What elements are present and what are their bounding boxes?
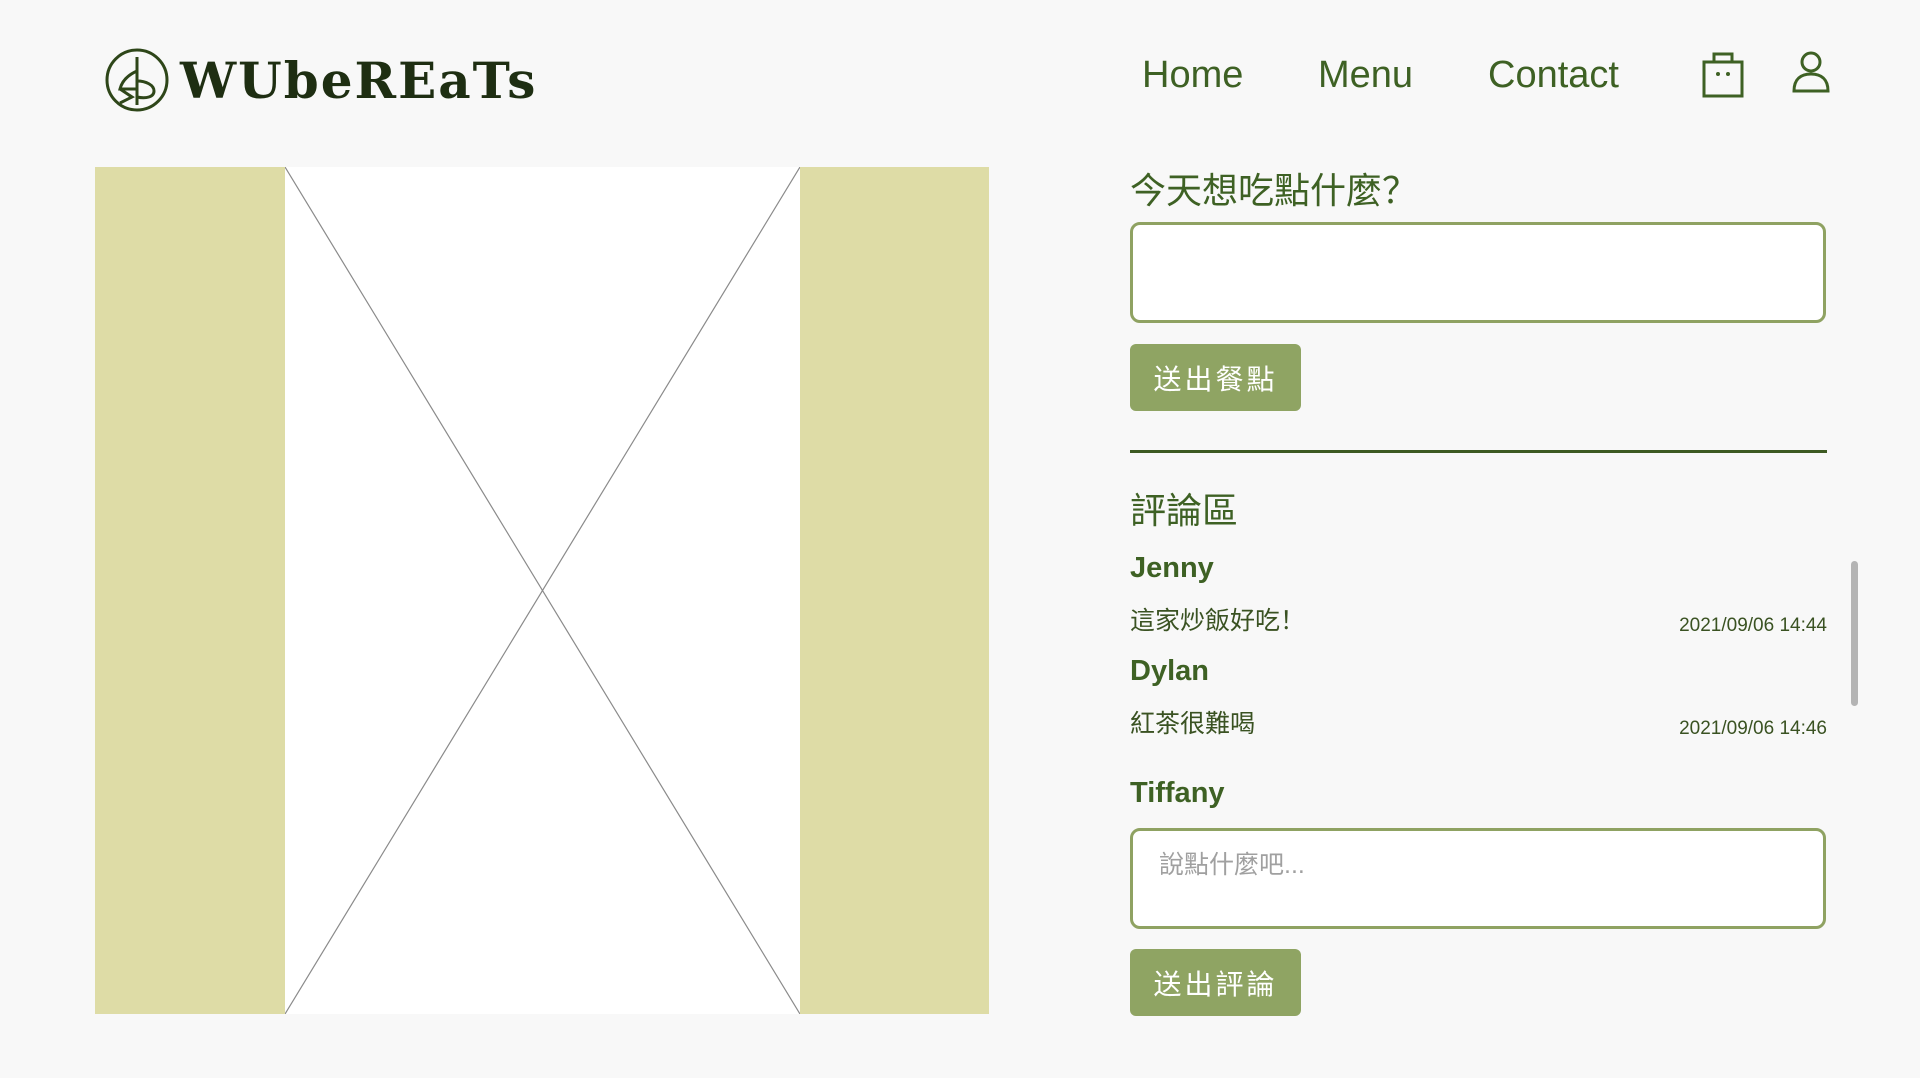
logo-emblem-icon [105, 48, 169, 112]
current-user-name: Tiffany [1130, 777, 1225, 809]
comment-timestamp: 2021/09/06 14:46 [1679, 718, 1827, 739]
nav-home-link[interactable]: Home [1142, 54, 1243, 97]
brand-logo[interactable]: WUbeREaTs [104, 46, 537, 114]
comment-author: Jenny [1130, 552, 1214, 584]
comments-title: 評論區 [1130, 490, 1239, 531]
section-divider [1130, 450, 1827, 453]
comment-input[interactable] [1130, 828, 1826, 929]
nav-menu-link[interactable]: Menu [1318, 54, 1413, 97]
site-header: WUbeREaTs Home Menu Contact [0, 0, 1920, 160]
comment-text: 這家炒飯好吃！ [1130, 607, 1306, 635]
hero-image [95, 167, 989, 1014]
image-placeholder-cross-icon [285, 167, 800, 1014]
comment-author: Dylan [1130, 655, 1209, 687]
submit-comment-button[interactable]: 送出評論 [1130, 949, 1301, 1016]
order-question: 今天想吃點什麼？ [1130, 170, 1419, 211]
image-placeholder [285, 167, 800, 1014]
order-input[interactable] [1130, 222, 1826, 323]
comment-text: 紅茶很難喝 [1130, 710, 1256, 738]
comment-timestamp: 2021/09/06 14:44 [1679, 615, 1827, 636]
brand-name: WUbeREaTs [180, 50, 538, 110]
shopping-bag-icon[interactable] [1701, 50, 1745, 98]
main-nav: Home Menu Contact [1140, 51, 1840, 104]
user-icon[interactable] [1791, 50, 1831, 94]
submit-order-button[interactable]: 送出餐點 [1130, 344, 1301, 411]
nav-contact-link[interactable]: Contact [1488, 54, 1619, 97]
scrollbar[interactable] [1851, 561, 1858, 706]
